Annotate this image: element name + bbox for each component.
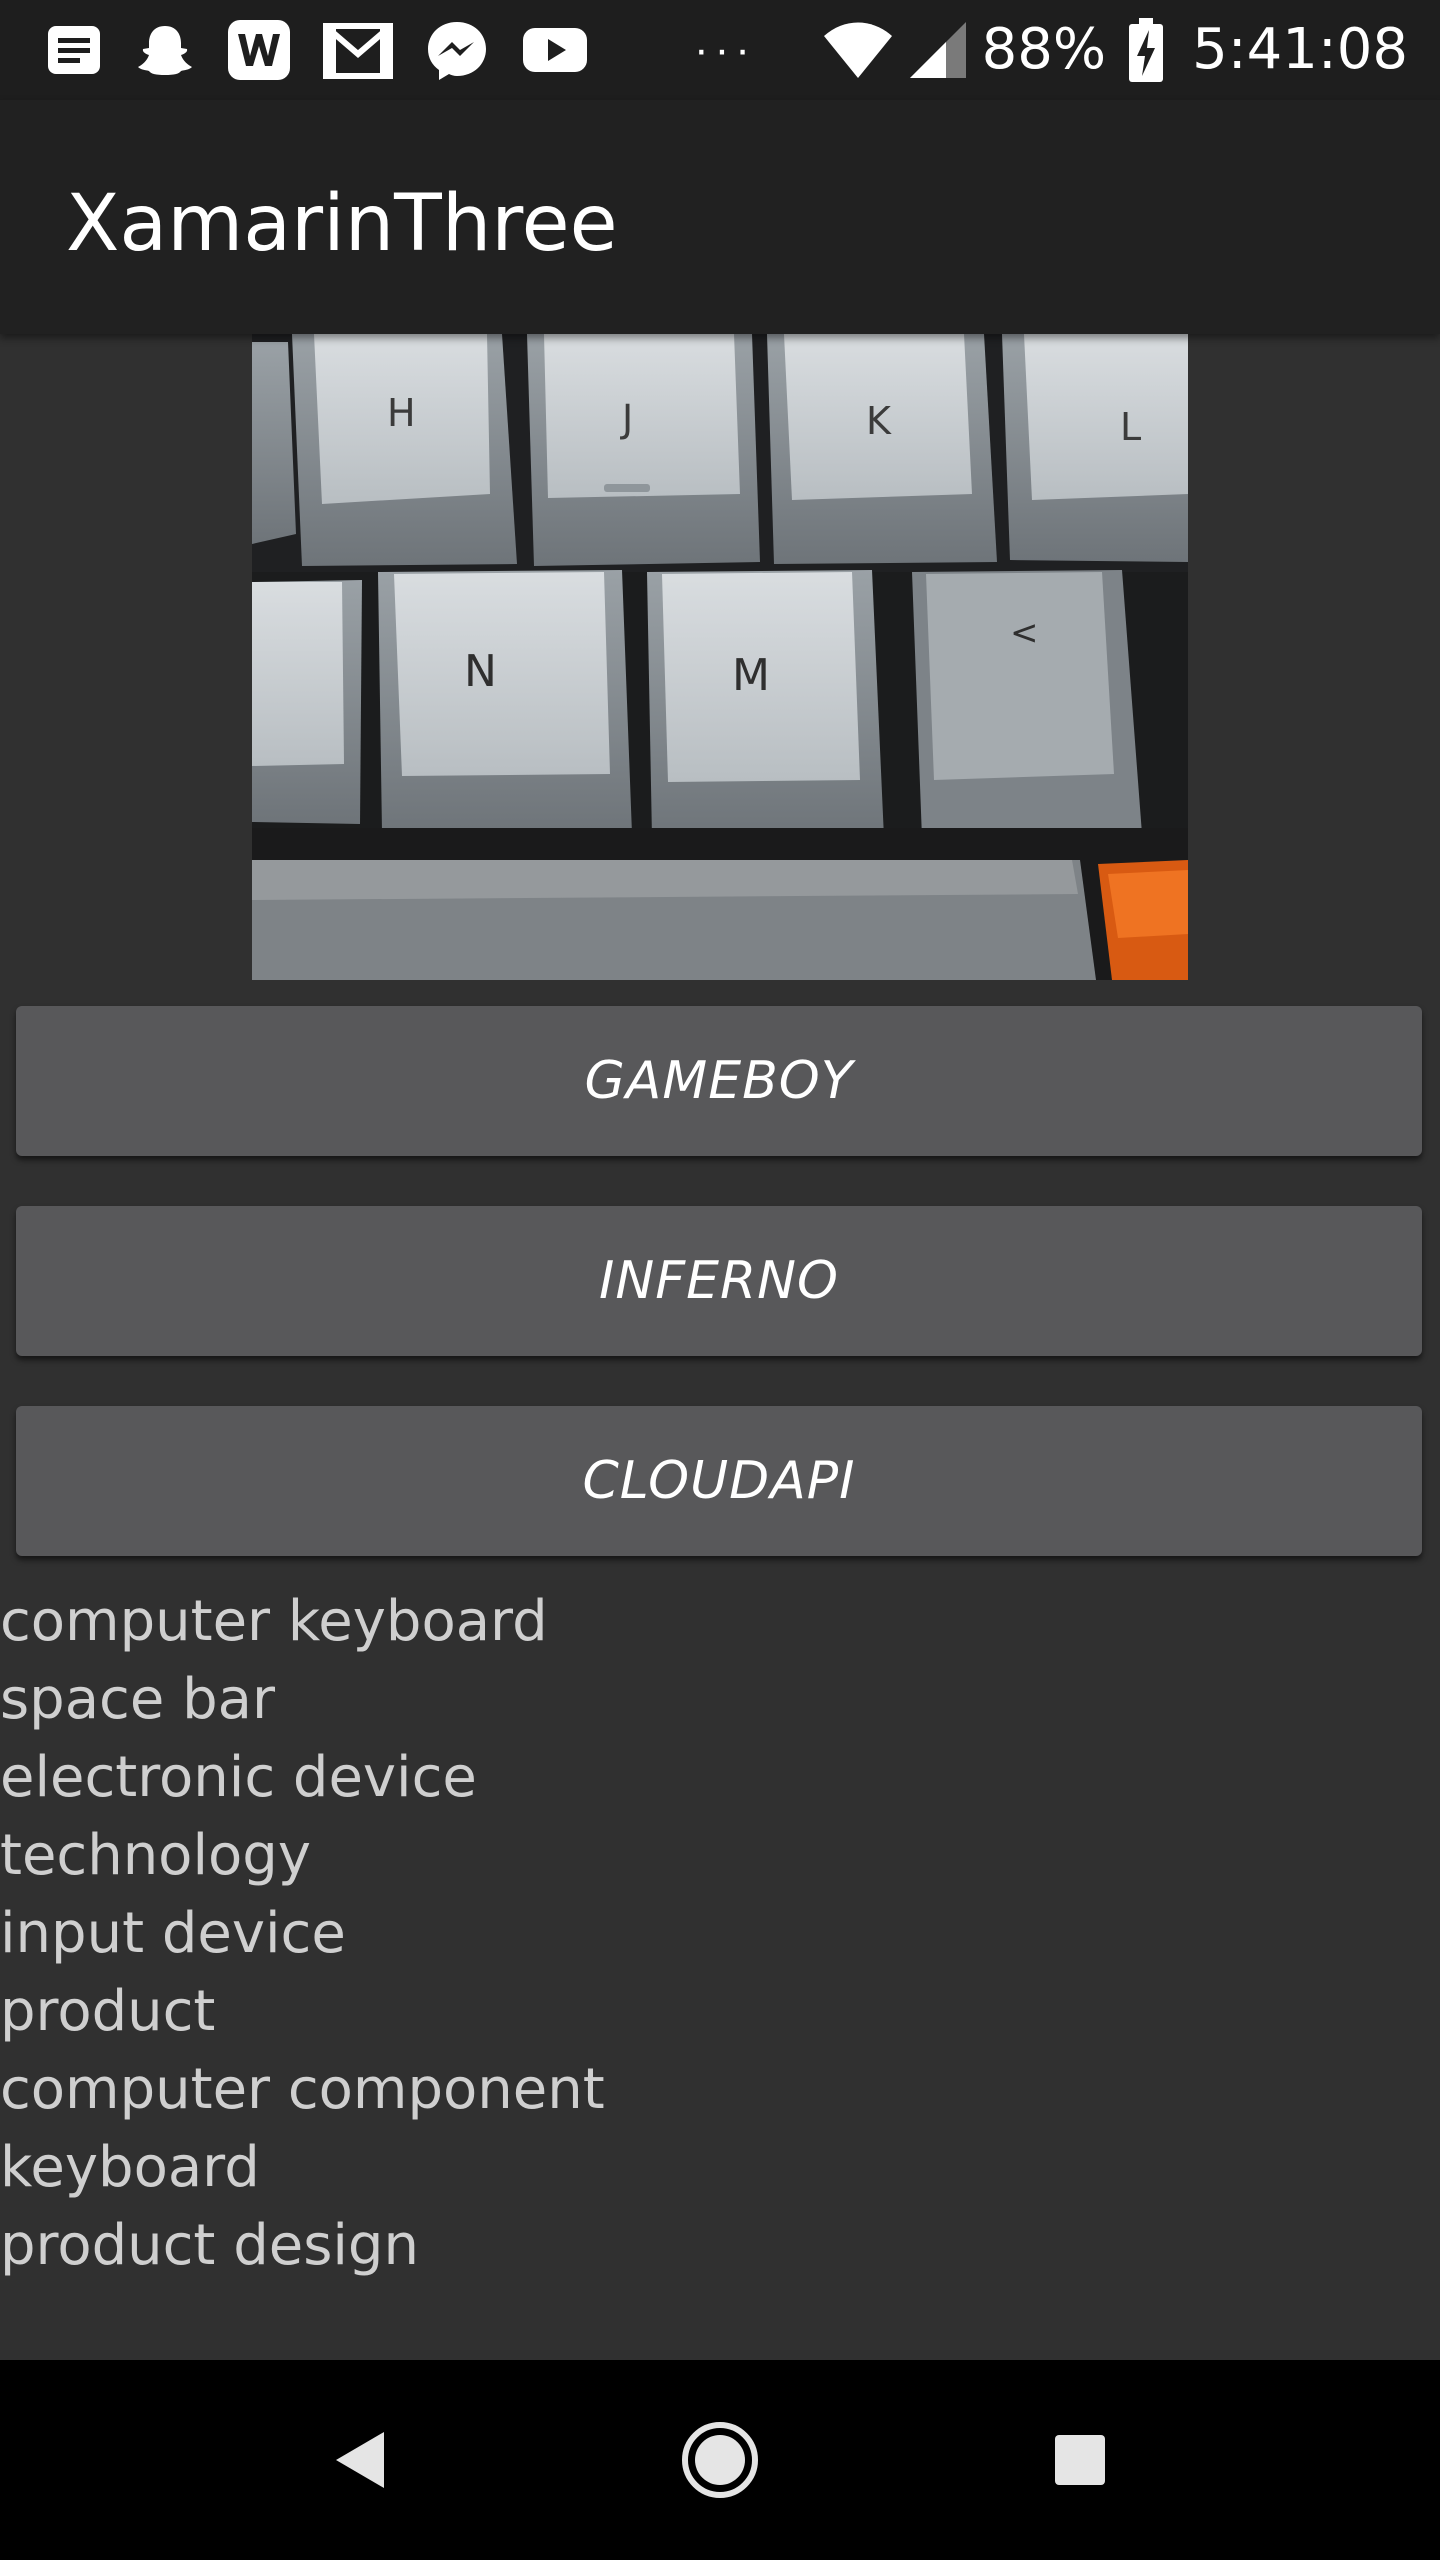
back-icon <box>336 2432 384 2488</box>
notes-icon <box>44 22 104 78</box>
clock: 5:41:08 <box>1192 17 1408 82</box>
snapchat-icon <box>134 21 196 79</box>
list-item: product design <box>0 2213 419 2278</box>
list-item: input device <box>0 1901 346 1966</box>
key-legend: < <box>1010 613 1039 653</box>
key-legend: K <box>866 399 892 443</box>
keyboard-photo: H J K L N M < <box>252 334 1188 980</box>
messenger-icon <box>424 18 490 82</box>
key-legend: J <box>620 397 633 441</box>
gameboy-button[interactable]: GAMEBOY <box>16 1006 1422 1156</box>
label-results-list: computer keyboard space bar electronic d… <box>0 1583 605 2285</box>
battery-percent: 88% <box>981 17 1107 82</box>
list-item: computer keyboard <box>0 1589 548 1654</box>
word-icon <box>226 18 292 82</box>
recents-icon <box>1055 2435 1105 2485</box>
list-item: computer component <box>0 2057 605 2122</box>
gmail-icon <box>322 18 394 82</box>
recents-button[interactable] <box>1030 2410 1130 2510</box>
list-item: electronic device <box>0 1745 477 1810</box>
home-button[interactable] <box>670 2410 770 2510</box>
list-item: space bar <box>0 1667 275 1732</box>
back-button[interactable] <box>310 2410 410 2510</box>
app-title: XamarinThree <box>66 179 618 269</box>
status-bar: ··· 88% 5:41:08 <box>0 0 1440 100</box>
key-legend: H <box>387 391 416 435</box>
overflow-indicator: ··· <box>694 25 756 74</box>
cloudapi-button[interactable]: CLOUDAPI <box>16 1406 1422 1556</box>
list-item: technology <box>0 1823 311 1888</box>
inferno-button[interactable]: INFERNO <box>16 1206 1422 1356</box>
list-item: keyboard <box>0 2135 260 2200</box>
list-item: product <box>0 1979 216 2044</box>
system-status: 88% 5:41:08 <box>822 14 1408 86</box>
battery-charging-icon <box>1128 18 1164 82</box>
key-legend: N <box>464 646 497 697</box>
notification-icons <box>44 18 590 82</box>
youtube-icon <box>520 22 590 78</box>
app-bar: XamarinThree <box>0 100 1440 334</box>
wifi-icon <box>822 20 894 80</box>
home-icon <box>682 2422 758 2498</box>
navigation-bar <box>0 2360 1440 2560</box>
cellular-signal-icon <box>908 20 968 80</box>
key-legend: M <box>732 650 770 701</box>
key-legend: L <box>1120 405 1141 449</box>
